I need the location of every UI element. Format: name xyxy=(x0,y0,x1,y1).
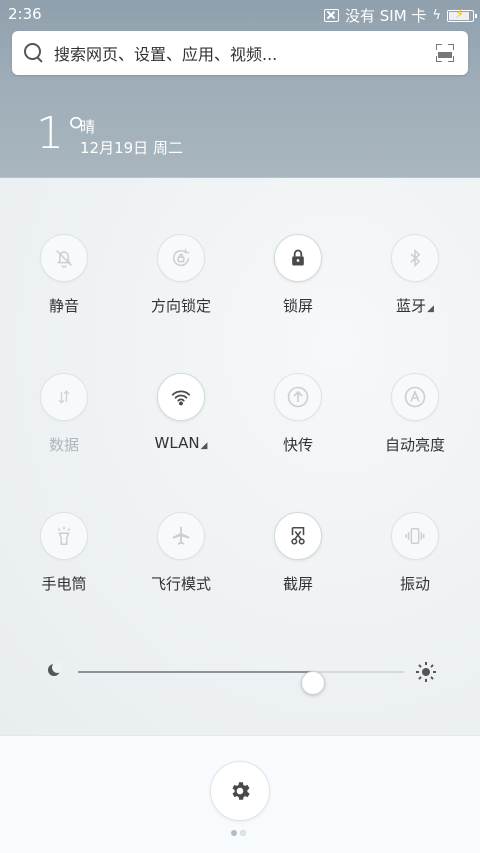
toggle-label: 截屏 xyxy=(282,575,313,593)
flashlight-icon xyxy=(57,526,71,545)
rotation-lock-icon xyxy=(173,248,190,267)
battery-charging-icon: ⚡ xyxy=(455,6,465,22)
quick-transfer-icon xyxy=(287,386,309,408)
moon-icon xyxy=(48,662,63,676)
mobile-data-icon xyxy=(58,390,70,404)
wifi-icon xyxy=(171,390,191,406)
toggle-label: 方向锁定 xyxy=(150,297,211,315)
vibrate-icon xyxy=(405,527,425,545)
brightness-track-fill xyxy=(78,671,313,673)
weather-date: 12月19日 周二 xyxy=(80,139,183,157)
toggle-rotation-lock[interactable]: 方向锁定 xyxy=(131,234,231,316)
toggle-vibrate[interactable]: 振动 xyxy=(365,512,465,594)
page-dot xyxy=(240,830,246,836)
airplane-icon xyxy=(172,526,190,545)
page-indicator xyxy=(231,830,246,836)
quick-settings-panel: 静音 方向锁定 锁屏 蓝牙◢ 数据 WLAN◢ 快传 自动亮度 手电筒 飞行模式… xyxy=(0,178,480,735)
search-bar[interactable]: 搜索网页、设置、应用、视频... xyxy=(12,31,468,75)
charging-bolt-icon: ϟ xyxy=(432,8,441,23)
settings-button[interactable] xyxy=(210,761,270,821)
status-time: 2:36 xyxy=(8,5,42,23)
search-icon xyxy=(22,41,46,65)
toggle-vibrate-button[interactable] xyxy=(391,512,439,560)
brightness-thumb[interactable] xyxy=(300,671,325,695)
bluetooth-icon xyxy=(410,248,421,268)
status-icons: 没有 SIM 卡 ϟ ⚡ xyxy=(323,5,477,26)
toggle-label: 锁屏 xyxy=(282,297,313,315)
toggle-bluetooth[interactable]: 蓝牙◢ xyxy=(365,234,465,316)
toggle-silent-button[interactable] xyxy=(40,234,88,282)
toggle-screenshot-button[interactable] xyxy=(274,512,322,560)
toggle-rotation-lock-button[interactable] xyxy=(157,234,205,282)
bell-off-icon xyxy=(56,250,72,268)
toggle-auto-brightness-button[interactable] xyxy=(391,373,439,421)
footer-bar xyxy=(0,735,480,853)
search-placeholder[interactable]: 搜索网页、设置、应用、视频... xyxy=(54,41,436,65)
toggle-airplane-mode[interactable]: 飞行模式 xyxy=(131,512,231,594)
toggle-screenshot[interactable]: 截屏 xyxy=(248,512,348,594)
toggle-mobile-data[interactable]: 数据 xyxy=(14,373,114,455)
toggle-label: WLAN◢ xyxy=(154,434,208,452)
toggle-label: 数据 xyxy=(48,436,79,454)
menu-caret-icon: ◢ xyxy=(200,441,208,451)
scan-icon[interactable] xyxy=(436,44,454,62)
toggle-label: 快传 xyxy=(282,436,313,454)
toggle-quick-transfer-button[interactable] xyxy=(274,373,322,421)
toggle-label: 振动 xyxy=(399,575,430,593)
toggle-label: 手电筒 xyxy=(41,575,87,593)
lock-icon xyxy=(292,249,304,266)
toggle-wlan-button[interactable] xyxy=(157,373,205,421)
toggle-airplane-mode-button[interactable] xyxy=(157,512,205,560)
toggle-lock-screen[interactable]: 锁屏 xyxy=(248,234,348,316)
status-bar: 2:36 没有 SIM 卡 ϟ ⚡ xyxy=(0,0,480,28)
menu-caret-icon: ◢ xyxy=(427,304,434,314)
sim-status-text: 没有 SIM 卡 xyxy=(344,7,427,25)
toggle-label: 蓝牙◢ xyxy=(396,297,434,315)
toggle-lock-screen-button[interactable] xyxy=(274,234,322,282)
sun-icon xyxy=(416,662,436,682)
toggle-flashlight[interactable]: 手电筒 xyxy=(14,512,114,594)
no-sim-icon xyxy=(323,9,339,22)
screenshot-icon xyxy=(291,526,305,545)
page-dot-active xyxy=(231,830,237,836)
battery-icon: ⚡ xyxy=(447,6,477,22)
auto-brightness-icon xyxy=(404,386,426,408)
brightness-track[interactable] xyxy=(78,671,404,695)
toggle-auto-brightness[interactable]: 自动亮度 xyxy=(365,373,465,455)
toggle-label: 自动亮度 xyxy=(384,436,445,454)
toggle-mobile-data-button[interactable] xyxy=(40,373,88,421)
brightness-slider[interactable] xyxy=(44,660,440,695)
gear-icon xyxy=(232,782,250,800)
toggle-quick-transfer[interactable]: 快传 xyxy=(248,373,348,455)
toggle-label: 飞行模式 xyxy=(150,575,211,593)
weather-condition: 晴 xyxy=(80,118,96,136)
toggle-bluetooth-button[interactable] xyxy=(391,234,439,282)
toggle-wlan[interactable]: WLAN◢ xyxy=(131,373,231,452)
toggle-label: 静音 xyxy=(48,297,79,315)
toggle-flashlight-button[interactable] xyxy=(40,512,88,560)
toggle-silent[interactable]: 静音 xyxy=(14,234,114,316)
